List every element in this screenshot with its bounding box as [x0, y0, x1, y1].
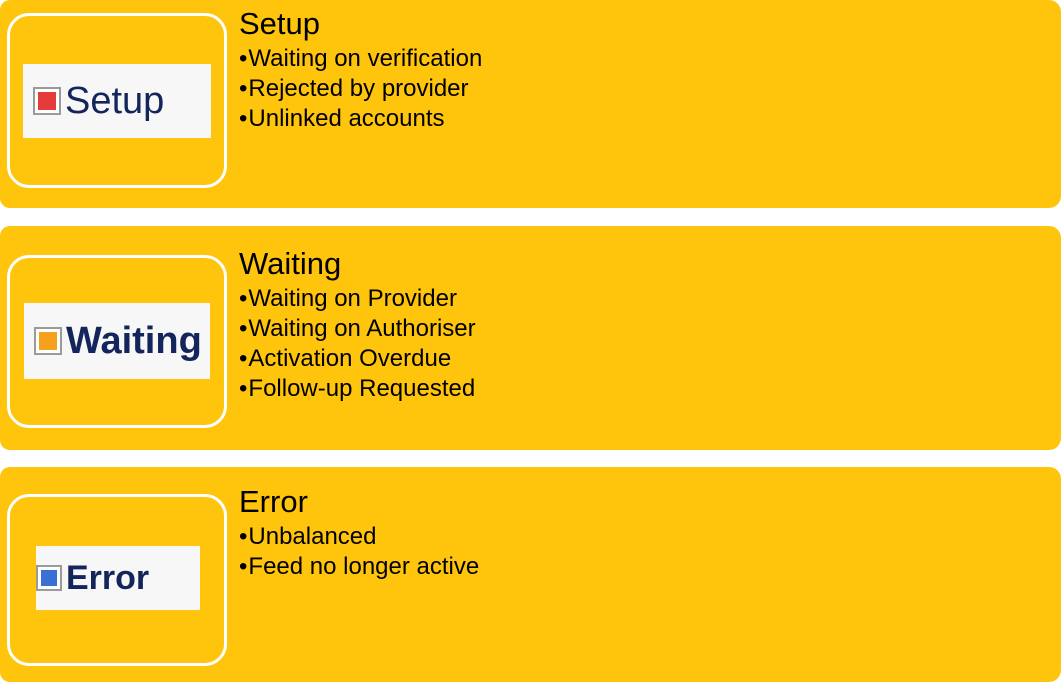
- panel-content: Waiting Waiting on Provider Waiting on A…: [239, 244, 1041, 404]
- bullet-item: Follow-up Requested: [239, 374, 1041, 404]
- badge-label: Setup: [65, 79, 165, 122]
- badge-label: Waiting: [66, 319, 202, 362]
- status-badge-error: Error: [36, 546, 200, 610]
- status-badge-setup: Setup: [23, 64, 211, 138]
- panel-title: Error: [239, 484, 308, 519]
- status-panel-setup: Setup Setup Waiting on verification Reje…: [0, 0, 1061, 208]
- status-panel-error: Error Error Unbalanced Feed no longer ac…: [0, 467, 1061, 682]
- bullet-list: Waiting on Provider Waiting on Authorise…: [239, 284, 1041, 404]
- status-badge-waiting: Waiting: [24, 303, 210, 379]
- bullet-item: Unbalanced: [239, 522, 1041, 552]
- blue-square-icon: [36, 565, 62, 591]
- status-legend: Setup Setup Waiting on verification Reje…: [0, 0, 1061, 682]
- panel-title: Waiting: [239, 246, 342, 281]
- status-panel-waiting: Waiting Waiting Waiting on Provider Wait…: [0, 226, 1061, 450]
- panel-content: Setup Waiting on verification Rejected b…: [239, 4, 1041, 134]
- bullet-item: Activation Overdue: [239, 344, 1041, 374]
- bullet-list: Waiting on verification Rejected by prov…: [239, 44, 1041, 134]
- bullet-item: Waiting on verification: [239, 44, 1041, 74]
- bullet-list: Unbalanced Feed no longer active: [239, 522, 1041, 582]
- panel-content: Error Unbalanced Feed no longer active: [239, 482, 1041, 582]
- panel-title: Setup: [239, 6, 321, 41]
- bullet-item: Unlinked accounts: [239, 104, 1041, 134]
- bullet-item: Rejected by provider: [239, 74, 1041, 104]
- badge-label: Error: [66, 558, 150, 597]
- orange-square-icon: [34, 327, 62, 355]
- bullet-item: Waiting on Provider: [239, 284, 1041, 314]
- red-square-icon: [33, 87, 61, 115]
- bullet-item: Feed no longer active: [239, 552, 1041, 582]
- bullet-item: Waiting on Authoriser: [239, 314, 1041, 344]
